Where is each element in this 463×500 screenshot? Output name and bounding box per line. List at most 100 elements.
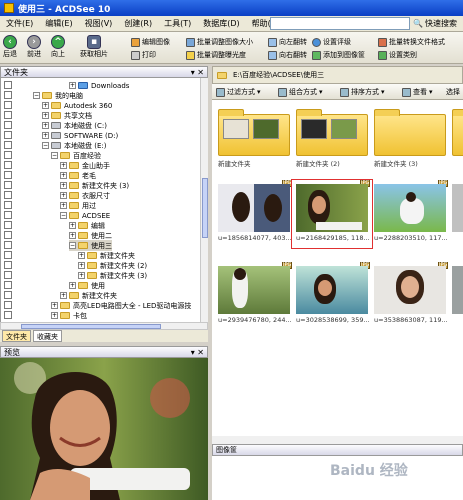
quick-search-input[interactable]: [270, 17, 410, 30]
panel-close-icon[interactable]: ▾ ✕: [191, 347, 204, 358]
batch-exposure-button[interactable]: 批量调整曝光度: [186, 50, 246, 60]
tree-checkbox[interactable]: [4, 171, 12, 179]
tree-expander-icon[interactable]: +: [69, 232, 76, 239]
rotate-left-button[interactable]: 向左翻转: [268, 37, 307, 47]
tree-checkbox[interactable]: [4, 231, 12, 239]
tree-expander-icon[interactable]: +: [42, 102, 49, 109]
tree-checkbox[interactable]: [4, 271, 12, 279]
tree-checkbox[interactable]: [4, 111, 12, 119]
tree-expander-icon[interactable]: +: [69, 222, 76, 229]
grid-item-partial[interactable]: [448, 262, 463, 330]
edit-image-button[interactable]: 编辑图像: [131, 37, 170, 47]
tree-expander-icon[interactable]: −: [33, 92, 40, 99]
batch-resize-button[interactable]: 批量调整图像大小: [186, 37, 253, 47]
quick-search-button[interactable]: 🔍 快速搜索: [413, 18, 457, 29]
tree-expander-icon[interactable]: +: [60, 292, 67, 299]
grid-item-folder[interactable]: 新建文件夹 (3): [370, 104, 450, 172]
grid-hscrollbar[interactable]: [212, 436, 463, 444]
scrollbar-thumb[interactable]: [202, 178, 208, 238]
grid-item-photo-selected[interactable]: JPG u=2168429185, 118...: [291, 179, 373, 249]
tree-expander-icon[interactable]: +: [42, 132, 49, 139]
menu-edit[interactable]: 编辑(E): [39, 18, 78, 29]
tree-expander-icon[interactable]: −: [51, 152, 58, 159]
tree-checkbox[interactable]: [4, 241, 12, 249]
tree-checkbox[interactable]: [4, 311, 12, 319]
view-button[interactable]: 查看 ▾: [402, 87, 433, 97]
add-to-tray-button[interactable]: 添加到图像筐: [312, 50, 365, 60]
tree-checkbox[interactable]: [4, 201, 12, 209]
rotate-right-button[interactable]: 向右翻转: [268, 50, 307, 60]
grid-item-folder[interactable]: 新建文件夹: [214, 104, 294, 172]
tab-folders[interactable]: 文件夹: [2, 330, 31, 342]
set-category-label: 设置类别: [389, 51, 417, 59]
menu-view[interactable]: 视图(V): [79, 18, 119, 29]
tree-checkbox[interactable]: [4, 221, 12, 229]
menu-file[interactable]: 文件(E): [0, 18, 39, 29]
tree-expander-icon[interactable]: +: [60, 172, 67, 179]
grid-item-photo[interactable]: JPG u=1856814077, 403...: [214, 180, 294, 248]
tree-expander-icon[interactable]: +: [60, 182, 67, 189]
grid-item-folder[interactable]: 新建文件夹 (2): [292, 104, 372, 172]
panel-close-icon[interactable]: ▾ ✕: [191, 67, 204, 78]
tree-checkbox[interactable]: [4, 81, 12, 89]
tree-expander-icon[interactable]: +: [51, 312, 58, 319]
tree-expander-icon[interactable]: +: [78, 272, 85, 279]
tree-checkbox[interactable]: [4, 251, 12, 259]
tree-checkbox[interactable]: [4, 131, 12, 139]
tree-item-label: 我的电脑: [55, 91, 83, 100]
menu-tools[interactable]: 工具(T): [158, 18, 197, 29]
tree-expander-icon[interactable]: +: [69, 82, 76, 89]
grid-item-partial[interactable]: [448, 180, 463, 248]
tree-expander-icon[interactable]: −: [42, 142, 49, 149]
tree-checkbox[interactable]: [4, 91, 12, 99]
tree-expander-icon[interactable]: +: [60, 202, 67, 209]
grid-item-photo[interactable]: JPG u=2939476780, 244...: [214, 262, 294, 330]
tree-expander-icon[interactable]: +: [42, 122, 49, 129]
tree-checkbox[interactable]: [4, 141, 12, 149]
tree-checkbox[interactable]: [4, 151, 12, 159]
select-button[interactable]: 选择: [446, 87, 460, 97]
menu-database[interactable]: 数据库(D): [197, 18, 245, 29]
tree-checkbox[interactable]: [4, 291, 12, 299]
grid-item-photo[interactable]: JPG u=3028538699, 359...: [292, 262, 372, 330]
grid-item-photo[interactable]: JPG u=3538863087, 119...: [370, 262, 450, 330]
tree-checkbox[interactable]: [4, 191, 12, 199]
tree-checkbox[interactable]: [4, 281, 12, 289]
forward-button[interactable]: › 前进: [27, 35, 41, 59]
print-button[interactable]: 打印: [131, 50, 156, 60]
group-button[interactable]: 组合方式 ▾: [278, 87, 323, 97]
tree-checkbox[interactable]: [4, 261, 12, 269]
sort-button[interactable]: 排序方式 ▾: [340, 87, 385, 97]
tree-expander-icon[interactable]: +: [78, 262, 85, 269]
tree-checkbox[interactable]: [4, 121, 12, 129]
tree-expander-icon[interactable]: +: [69, 282, 76, 289]
set-category-button[interactable]: 设置类别: [378, 50, 417, 60]
grid-item-photo[interactable]: JPG u=2288203510, 117...: [370, 180, 450, 248]
tree-expander-icon[interactable]: +: [78, 252, 85, 259]
path-bar[interactable]: E:\百度经验\ACDSEE\使用三: [212, 66, 463, 84]
back-button[interactable]: ‹ 后退: [3, 35, 17, 59]
folder-tree-scrollbar[interactable]: [200, 78, 208, 322]
grid-item-partial[interactable]: [448, 104, 463, 172]
up-button[interactable]: ^ 向上: [51, 35, 65, 59]
filter-button[interactable]: 过滤方式 ▾: [216, 87, 261, 97]
tree-checkbox[interactable]: [4, 301, 12, 309]
menu-create[interactable]: 创建(R): [118, 18, 158, 29]
tree-expander-icon[interactable]: +: [51, 302, 58, 309]
tab-favorites[interactable]: 收藏夹: [33, 330, 62, 342]
tree-expander-icon[interactable]: −: [69, 242, 76, 249]
tree-checkbox[interactable]: [4, 161, 12, 169]
tree-checkbox[interactable]: [4, 101, 12, 109]
acquire-photos-button[interactable]: ▪ 获取相片: [80, 35, 108, 59]
hscrollbar-thumb[interactable]: [21, 324, 161, 329]
tree-expander-icon[interactable]: +: [60, 192, 67, 199]
tree-checkbox[interactable]: [4, 211, 12, 219]
tree-checkbox[interactable]: [4, 181, 12, 189]
tree-item[interactable]: + 卡包: [51, 310, 87, 321]
tree-expander-icon[interactable]: +: [60, 162, 67, 169]
folder-tree-hscrollbar[interactable]: [0, 322, 208, 330]
tree-expander-icon[interactable]: −: [60, 212, 67, 219]
set-rating-button[interactable]: 设置评级: [312, 37, 351, 47]
tree-expander-icon[interactable]: +: [42, 112, 49, 119]
batch-convert-button[interactable]: 批量转换文件格式: [378, 37, 445, 47]
